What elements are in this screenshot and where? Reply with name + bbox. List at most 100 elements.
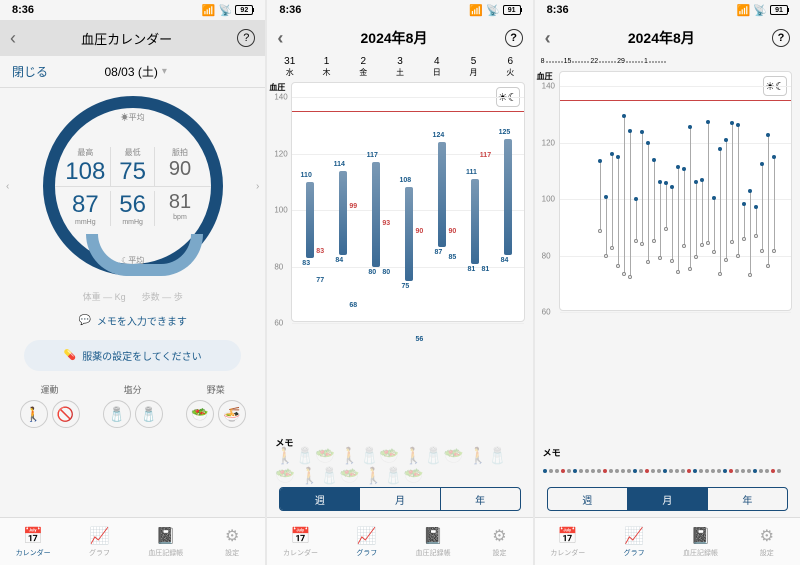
back-button[interactable]: ‹ — [545, 28, 551, 49]
signal-icon: 📶 — [202, 4, 216, 17]
seg-week[interactable]: 週 — [280, 488, 360, 510]
tab-graph[interactable]: 📈グラフ — [334, 518, 400, 565]
status-bar: 8:36 📶 📡 92 — [0, 0, 265, 20]
wifi-icon: 📡 — [753, 4, 767, 17]
memo-section: メモ — [535, 441, 800, 483]
close-button[interactable]: 閉じる — [12, 63, 48, 80]
seg-month[interactable]: 月 — [628, 488, 708, 510]
tab-settings[interactable]: ⚙設定 — [734, 518, 800, 565]
log-icon: 📓 — [156, 526, 176, 546]
next-day[interactable]: › — [256, 181, 259, 192]
bp-axis-label: 血圧 — [269, 82, 285, 93]
chart-area: 血圧 ☀☾ 1401201008060 — [535, 67, 800, 441]
wifi-icon: 📡 — [219, 4, 233, 17]
clock: 8:36 — [547, 4, 569, 16]
tab-calendar[interactable]: 📅カレンダー — [535, 518, 601, 565]
help-button[interactable]: ? — [237, 29, 255, 47]
calendar-icon: 📅 — [558, 526, 578, 546]
signal-icon: 📶 — [737, 4, 751, 17]
tab-calendar[interactable]: 📅カレンダー — [267, 518, 333, 565]
bp-chart[interactable]: ☀☾ 1401201008060110838377114849968117809… — [291, 82, 524, 322]
date-picker[interactable]: 08/03 (土) ▾ — [104, 63, 166, 80]
gear-icon: ⚙ — [492, 526, 506, 546]
prev-day[interactable]: ‹ — [6, 181, 9, 192]
pulse-lo: 81 — [157, 191, 202, 214]
sys-hi: 108 — [63, 158, 108, 186]
graph-icon: 📈 — [357, 526, 377, 546]
header: ‹ 2024年8月 ? — [535, 20, 800, 56]
tab-calendar[interactable]: 📅カレンダー — [0, 518, 66, 565]
memo-dots — [543, 461, 792, 481]
calendar-icon: 📅 — [291, 526, 311, 546]
battery-icon: 91 — [770, 5, 788, 15]
memo-input[interactable]: 💬 メモを入力できます — [0, 309, 265, 332]
gear-icon: ⚙ — [225, 526, 239, 546]
calendar-icon: 📅 — [23, 526, 43, 546]
header-title: 血圧カレンダー — [81, 29, 172, 48]
salt-high-icon[interactable]: 🧂 — [135, 400, 163, 428]
salt-low-icon[interactable]: 🧂 — [103, 400, 131, 428]
wifi-icon: 📡 — [486, 4, 500, 17]
tab-graph[interactable]: 📈グラフ — [601, 518, 667, 565]
category-row: 運動 🚶🚫 塩分 🧂🧂 野菜 🥗🍜 — [0, 379, 265, 432]
memo-icons: 🚶🧂🥗 🚶🧂🥗 🚶🧂🥗 🚶🧂🥗 🚶🧂🥗 🚶🧂🥗 — [275, 451, 524, 481]
bp-chart-month[interactable]: ☀☾ 1401201008060 — [559, 71, 792, 311]
battery-icon: 91 — [503, 5, 521, 15]
veg-no-icon[interactable]: 🍜 — [218, 400, 246, 428]
clock: 8:36 — [12, 4, 34, 16]
status-bar: 8:36 📶📡91 — [535, 0, 800, 20]
log-icon: 📓 — [423, 526, 443, 546]
sub-header: 閉じる 08/03 (土) ▾ — [0, 56, 265, 88]
tab-settings[interactable]: ⚙設定 — [466, 518, 532, 565]
graph-icon: 📈 — [624, 526, 644, 546]
help-button[interactable]: ? — [772, 29, 790, 47]
tab-graph[interactable]: 📈グラフ — [66, 518, 132, 565]
tab-settings[interactable]: ⚙設定 — [199, 518, 265, 565]
dial-container: ‹ ☀平均 最高108 最低75 脈拍90 87mmHg 56mmHg 81bp… — [0, 88, 265, 284]
month-title: 2024年8月 — [628, 28, 695, 48]
period-segmented-control: 週 月 年 — [279, 487, 520, 511]
seg-year[interactable]: 年 — [441, 488, 520, 510]
seg-week[interactable]: 週 — [548, 488, 628, 510]
tab-log[interactable]: 📓血圧記録帳 — [133, 518, 199, 565]
help-button[interactable]: ? — [505, 29, 523, 47]
tab-bar: 📅カレンダー 📈グラフ 📓血圧記録帳 ⚙設定 — [267, 517, 532, 565]
seg-year[interactable]: 年 — [708, 488, 787, 510]
tab-bar: 📅カレンダー 📈グラフ 📓血圧記録帳 ⚙設定 — [535, 517, 800, 565]
clock: 8:36 — [279, 4, 301, 16]
dia-hi: 75 — [111, 158, 154, 186]
tab-log[interactable]: 📓血圧記録帳 — [667, 518, 733, 565]
status-bar: 8:36 📶📡91 — [267, 0, 532, 20]
avg-label-night: ☾平均 — [121, 255, 144, 266]
header: ‹ 血圧カレンダー ? — [0, 20, 265, 56]
exercise-yes-icon[interactable]: 🚶 — [20, 400, 48, 428]
gear-icon: ⚙ — [760, 526, 774, 546]
month-title: 2024年8月 — [361, 28, 428, 48]
screen-graph-week: 8:36 📶📡91 ‹ 2024年8月 ? 31水1木2金3土4日5月6火 血圧… — [267, 0, 532, 565]
screen-graph-month: 8:36 📶📡91 ‹ 2024年8月 ? 81522291 血圧 ☀☾ 140… — [535, 0, 800, 565]
veg-yes-icon[interactable]: 🥗 — [186, 400, 214, 428]
back-button[interactable]: ‹ — [10, 28, 16, 49]
exercise-no-icon[interactable]: 🚫 — [52, 400, 80, 428]
sys-lo: 87 — [63, 191, 108, 219]
status-right: 📶 📡 92 — [202, 4, 253, 17]
speech-icon: 💬 — [78, 315, 90, 326]
bp-axis-label: 血圧 — [537, 71, 553, 82]
seg-month[interactable]: 月 — [360, 488, 440, 510]
period-segmented-control: 週 月 年 — [547, 487, 788, 511]
medication-button[interactable]: 💊 服薬の設定をしてください — [24, 340, 241, 371]
day-strip[interactable]: 31水1木2金3土4日5月6火 — [267, 56, 532, 78]
dense-day-strip[interactable]: 81522291 — [535, 56, 800, 67]
pill-icon: 💊 — [64, 350, 76, 361]
screen-calendar: 8:36 📶 📡 92 ‹ 血圧カレンダー ? 閉じる 08/03 (土) ▾ … — [0, 0, 265, 565]
header: ‹ 2024年8月 ? — [267, 20, 532, 56]
log-icon: 📓 — [691, 526, 711, 546]
chevron-down-icon: ▾ — [162, 66, 167, 77]
tab-log[interactable]: 📓血圧記録帳 — [400, 518, 466, 565]
back-button[interactable]: ‹ — [277, 28, 283, 49]
graph-icon: 📈 — [90, 526, 110, 546]
chart-area: 血圧 ☀☾ 1401201008060110838377114849968117… — [267, 78, 532, 431]
battery-icon: 92 — [235, 5, 253, 15]
signal-icon: 📶 — [469, 4, 483, 17]
tab-bar: 📅カレンダー 📈グラフ 📓血圧記録帳 ⚙設定 — [0, 517, 265, 565]
